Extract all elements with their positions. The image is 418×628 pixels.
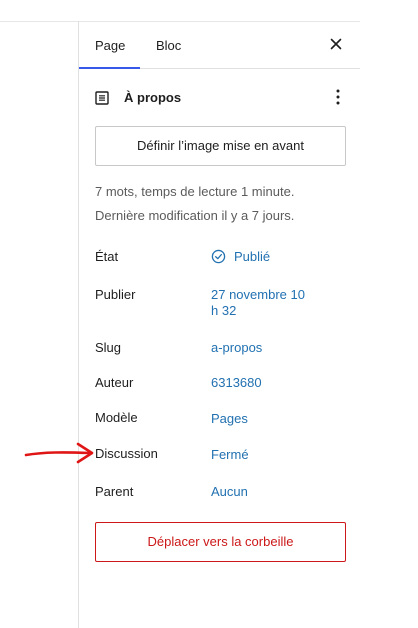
author-value-button[interactable]: 6313680 [211, 375, 262, 391]
move-to-trash-button[interactable]: Déplacer vers la corbeille [95, 522, 346, 562]
settings-sidebar: Page Bloc À propos Définir l’image mise … [79, 22, 360, 628]
arrow-annotation [24, 442, 94, 464]
publish-date-line-2: h 32 [211, 303, 237, 318]
publish-label: Publier [95, 287, 136, 302]
document-icon [95, 91, 109, 105]
status-label: État [95, 249, 119, 264]
sidebar-tabs: Page Bloc [79, 22, 360, 69]
parent-label: Parent [95, 484, 134, 499]
more-vertical-icon[interactable] [328, 86, 348, 108]
set-featured-image-button[interactable]: Définir l’image mise en avant [95, 126, 346, 166]
close-icon[interactable] [326, 34, 346, 54]
slug-label: Slug [95, 340, 122, 355]
tab-page[interactable]: Page [95, 38, 125, 53]
slug-value-button[interactable]: a-propos [211, 340, 262, 356]
discussion-label: Discussion [95, 446, 158, 461]
editor-sidebar-screen: Page Bloc À propos Définir l’image mise … [0, 0, 418, 628]
status-value: Publié [234, 248, 271, 264]
last-modified-text: Dernière modification il y a 7 jours. [95, 208, 295, 223]
publish-date-button[interactable]: 27 novembre 10 h 32 [211, 287, 305, 319]
publish-date-line-1: 27 novembre 10 [211, 287, 305, 302]
document-title: À propos [124, 90, 182, 105]
template-label: Modèle [95, 410, 138, 425]
discussion-value-button[interactable]: Fermé [211, 447, 249, 463]
status-value-button[interactable]: Publié [211, 248, 270, 264]
parent-value-button[interactable]: Aucun [211, 484, 248, 500]
published-check-icon [211, 249, 226, 263]
tab-block[interactable]: Bloc [156, 38, 181, 53]
author-label: Auteur [95, 375, 134, 390]
document-header: À propos [79, 69, 360, 125]
word-count-text: 7 mots, temps de lecture 1 minute. [95, 184, 295, 199]
template-value-button[interactable]: Pages [211, 411, 248, 427]
